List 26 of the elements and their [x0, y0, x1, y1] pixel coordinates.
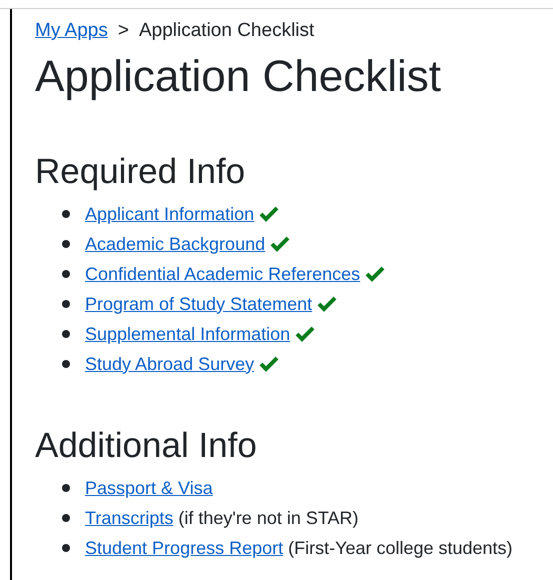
breadcrumb-link[interactable]: My Apps: [35, 19, 108, 43]
bullet-icon: [62, 270, 70, 278]
checklist-link[interactable]: Study Abroad Survey: [85, 350, 254, 378]
checklist-link[interactable]: Applicant Information: [85, 200, 254, 228]
checklist-link[interactable]: Passport & Visa: [85, 474, 213, 502]
breadcrumb-separator: >: [118, 19, 129, 43]
checklist-link[interactable]: Academic Background: [85, 230, 266, 258]
bullet-icon: [62, 544, 70, 552]
bullet-icon: [62, 300, 70, 308]
page-title: Application Checklist: [35, 51, 442, 103]
bullet-icon: [62, 514, 70, 522]
item-note: (First-Year college students): [288, 536, 513, 560]
checklist-link[interactable]: Supplemental Information: [85, 320, 290, 348]
bullet-icon: [62, 330, 70, 338]
checklist-link[interactable]: Transcripts: [85, 504, 174, 532]
item-note: (if they're not in STAR): [178, 506, 359, 530]
bullet-icon: [62, 210, 70, 218]
checklist-link[interactable]: Program of Study Statement: [85, 290, 312, 318]
bullet-icon: [62, 484, 70, 492]
checklist-link[interactable]: Confidential Academic References: [85, 260, 360, 288]
section-heading: Required Info: [35, 151, 246, 193]
breadcrumb-current: Application Checklist: [138, 19, 314, 43]
checklist-link[interactable]: Student Progress Report: [85, 534, 284, 562]
section-heading: Additional Info: [35, 425, 258, 467]
bullet-icon: [62, 360, 70, 368]
bullet-icon: [62, 240, 70, 248]
